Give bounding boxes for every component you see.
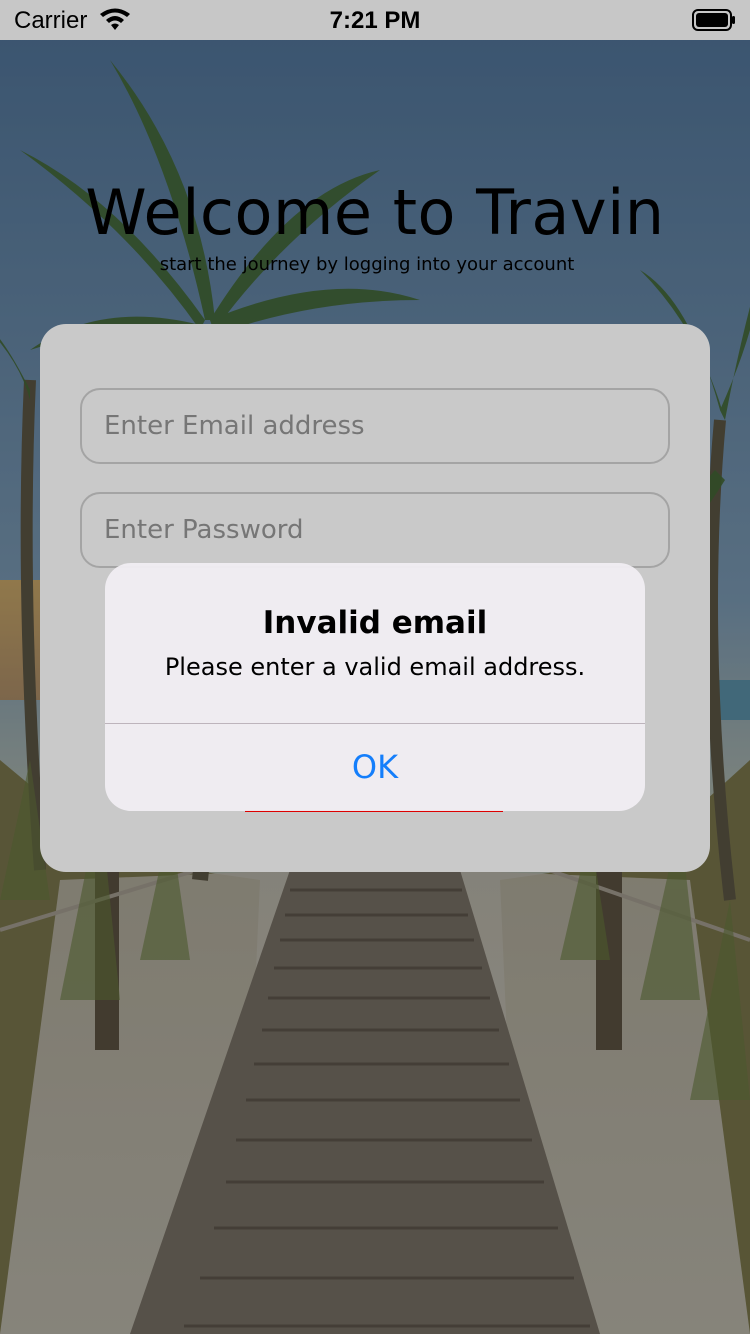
status-bar: Carrier 7:21 PM <box>0 0 750 40</box>
page-subtitle: start the journey by logging into your a… <box>159 254 575 275</box>
clock: 7:21 PM <box>329 7 421 34</box>
alert-message: Please enter a valid email address. <box>164 653 586 681</box>
ok-button[interactable]: OK <box>105 724 645 811</box>
battery-icon <box>692 9 735 31</box>
page-title: Welcome to Travin <box>85 176 665 249</box>
alert-title: Invalid email <box>262 605 488 641</box>
password-input[interactable] <box>80 492 670 568</box>
email-input[interactable] <box>80 388 670 464</box>
alert-dialog: Invalid email Please enter a valid email… <box>105 563 645 811</box>
